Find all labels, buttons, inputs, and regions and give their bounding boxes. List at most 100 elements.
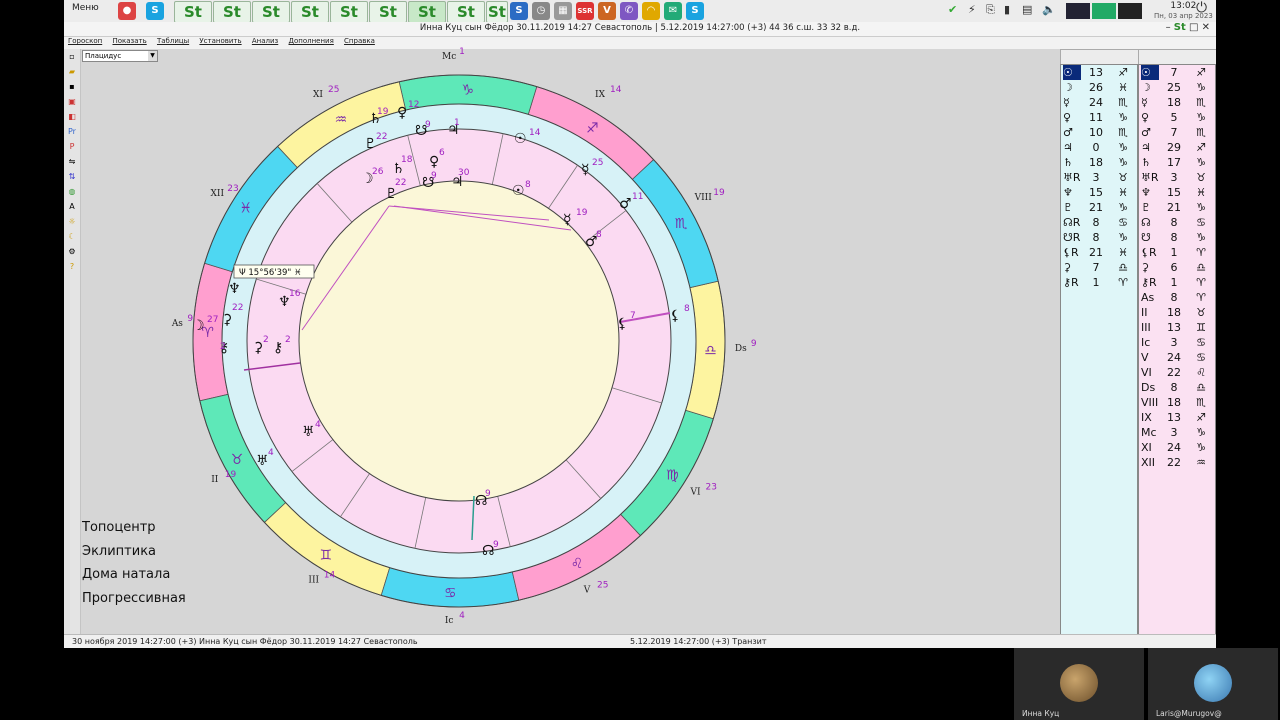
table-row[interactable]: ⚷R 1 ♈: [1061, 275, 1137, 290]
table-row[interactable]: ♂ 7 ♏: [1139, 125, 1215, 140]
degree-value: 13: [1167, 411, 1181, 424]
table-row[interactable]: Ds 8 ♎: [1139, 380, 1215, 395]
participant-name: Инна Куц: [1022, 709, 1060, 718]
planet-glyph: II: [1141, 306, 1148, 319]
venus-natal-degree: 6: [439, 148, 445, 158]
table-row[interactable]: XI 24 ♑: [1139, 440, 1215, 455]
participant-tile[interactable]: Инна Куц: [1014, 648, 1144, 720]
table-row[interactable]: VI 22 ♌: [1139, 365, 1215, 380]
south-node-transit-degree: 9: [425, 120, 431, 130]
participant-tile[interactable]: Laris@Murugov@: [1148, 648, 1278, 720]
table-row[interactable]: ♃ 0 ♑: [1061, 140, 1137, 155]
degree-value: 8: [1092, 231, 1100, 244]
table-row[interactable]: ♆ 15 ♓: [1139, 185, 1215, 200]
house-degree: 23: [227, 184, 238, 194]
st-window-icon: St: [1173, 22, 1186, 33]
planet-table-transit: ☉ 7 ♐ ☽ 25 ♑ ☿ 18 ♏ ♀ 5 ♑ ♂ 7 ♏ ♃ 29 ♐ ♄ 17 ♑ ♅R 3 ♉ ♆ 15 ♓ ♇ 21 ♑ ☊ 8 ♋…: [1138, 64, 1216, 636]
planet-glyph: XI: [1141, 441, 1152, 454]
close-button[interactable]: ✕: [1202, 22, 1210, 33]
table-row[interactable]: ⚸R 1 ♈: [1139, 245, 1215, 260]
table-row[interactable]: ♆ 15 ♓: [1061, 185, 1137, 200]
table-row[interactable]: ☽ 26 ♓: [1061, 80, 1137, 95]
chiron-transit-degree: 2: [220, 342, 226, 352]
table-row[interactable]: ♅R 3 ♉: [1139, 170, 1215, 185]
uranus-transit-glyph: ♅: [256, 453, 269, 469]
zodiac-glyph: ♌: [571, 556, 584, 572]
table-row[interactable]: Ic 3 ♋: [1139, 335, 1215, 350]
sign-glyph: ♌: [1196, 366, 1206, 379]
logout-icon[interactable]: ⏻: [1196, 0, 1207, 16]
venus-transit-glyph: ♀: [397, 105, 407, 121]
table-row[interactable]: ♀ 11 ♑: [1061, 110, 1137, 125]
zodiac-glyph: ♏: [675, 216, 688, 232]
status-natal: 30 ноября 2019 14:27:00 (+3) Инна Куц сы…: [72, 637, 418, 646]
natal-houses-label[interactable]: Дома натала: [82, 563, 186, 587]
sign-glyph: ♑: [1196, 156, 1206, 169]
table-row[interactable]: Mc 3 ♑: [1139, 425, 1215, 440]
table-row[interactable]: ☋R 8 ♑: [1061, 230, 1137, 245]
table-right-header: [1138, 49, 1216, 65]
table-row[interactable]: V 24 ♋: [1139, 350, 1215, 365]
planet-glyph: ☿: [1063, 96, 1070, 109]
degree-value: 8: [1170, 381, 1178, 394]
table-row[interactable]: VIII 18 ♏: [1139, 395, 1215, 410]
minimize-button[interactable]: –: [1166, 22, 1171, 33]
mercury-natal-degree: 19: [576, 208, 588, 218]
table-row[interactable]: ♇ 21 ♑: [1139, 200, 1215, 215]
degree-value: 7: [1170, 126, 1178, 139]
degree-value: 29: [1167, 141, 1181, 154]
participant-name: Laris@Murugov@: [1156, 709, 1222, 718]
degree-value: 7: [1170, 66, 1178, 79]
table-row[interactable]: ☉ 13 ♐: [1061, 65, 1137, 80]
south-node-natal-degree: 9: [431, 171, 437, 181]
house-degree: 4: [459, 611, 465, 621]
sign-glyph: ♐: [1196, 141, 1206, 154]
degree-value: 13: [1167, 321, 1181, 334]
table-row[interactable]: ♄ 18 ♑: [1061, 155, 1137, 170]
chiron-natal-glyph: ⚷: [273, 340, 283, 356]
table-row[interactable]: ⚳ 7 ♎: [1061, 260, 1137, 275]
table-row[interactable]: ♀ 5 ♑: [1139, 110, 1215, 125]
table-row[interactable]: ♄ 17 ♑: [1139, 155, 1215, 170]
table-row[interactable]: ⚳ 6 ♎: [1139, 260, 1215, 275]
planet-glyph: Mc: [1141, 426, 1157, 439]
table-row[interactable]: ♅R 3 ♉: [1061, 170, 1137, 185]
table-row[interactable]: ☽ 25 ♑: [1139, 80, 1215, 95]
table-row[interactable]: ☉ 7 ♐: [1139, 65, 1215, 80]
table-row[interactable]: ⚷R 1 ♈: [1139, 275, 1215, 290]
table-row[interactable]: ♂ 10 ♏: [1061, 125, 1137, 140]
degree-value: 7: [1092, 261, 1100, 274]
sign-glyph: ♎: [1118, 261, 1128, 274]
progressive-label[interactable]: Прогрессивная: [82, 587, 186, 611]
ecliptic-label[interactable]: Эклиптика: [82, 540, 186, 564]
table-row[interactable]: ☋ 8 ♑: [1139, 230, 1215, 245]
table-row[interactable]: ♃ 29 ♐: [1139, 140, 1215, 155]
table-row[interactable]: ☊R 8 ♋: [1061, 215, 1137, 230]
sign-glyph: ♏: [1118, 126, 1128, 139]
table-row[interactable]: ☊ 8 ♋: [1139, 215, 1215, 230]
table-row[interactable]: As 8 ♈: [1139, 290, 1215, 305]
table-row[interactable]: IX 13 ♐: [1139, 410, 1215, 425]
house-degree: 14: [610, 85, 622, 95]
restore-button[interactable]: □: [1189, 22, 1198, 33]
sign-glyph: ♑: [1118, 111, 1128, 124]
zodiac-glyph: ♒: [335, 112, 348, 128]
table-row[interactable]: ☿ 24 ♏: [1061, 95, 1137, 110]
house-label: III: [308, 576, 319, 586]
pluto-natal-degree: 22: [395, 178, 406, 188]
venus-natal-glyph: ♀: [429, 154, 439, 170]
degree-value: 0: [1092, 141, 1100, 154]
table-row[interactable]: ⚸R 21 ♓: [1061, 245, 1137, 260]
planet-glyph: ⚸R: [1063, 246, 1079, 259]
table-row[interactable]: ☿ 18 ♏: [1139, 95, 1215, 110]
topocentric-label[interactable]: Топоцентр: [82, 516, 186, 540]
degree-value: 17: [1167, 156, 1181, 169]
table-row[interactable]: II 18 ♉: [1139, 305, 1215, 320]
table-row[interactable]: ♇ 21 ♑: [1061, 200, 1137, 215]
sign-glyph: ♑: [1196, 426, 1206, 439]
table-row[interactable]: XII 22 ♒: [1139, 455, 1215, 470]
ceres-transit-degree: 22: [232, 303, 243, 313]
avatar: [1194, 664, 1232, 702]
table-row[interactable]: III 13 ♊: [1139, 320, 1215, 335]
house-label: Mc: [442, 52, 456, 62]
